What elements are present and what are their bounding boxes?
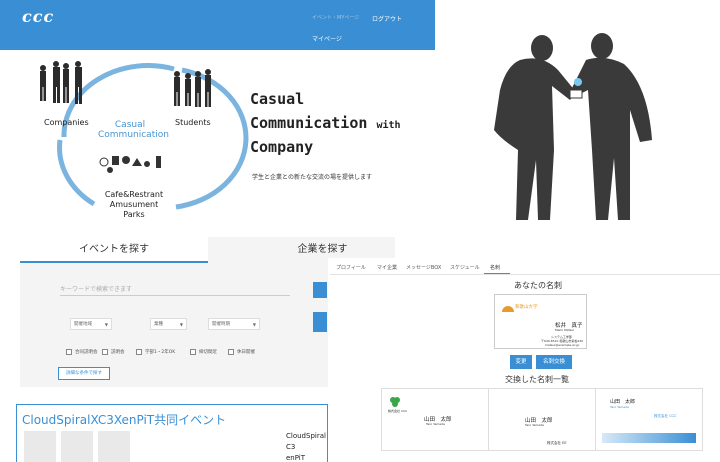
cafe-line-2: Amusument Parks bbox=[109, 200, 159, 219]
students-label: Students bbox=[175, 118, 211, 127]
card-name: 山田 太郎 bbox=[610, 399, 636, 405]
active-tab-indicator bbox=[484, 273, 510, 274]
search-submit-button[interactable] bbox=[313, 282, 327, 298]
tab-event-label: イベントを探す bbox=[79, 244, 149, 255]
my-business-card[interactable]: 和歌山大学 松井 真子 Mami Matsui システム工学部 〒640-851… bbox=[494, 294, 587, 349]
tagline-line-3: Company bbox=[250, 138, 314, 156]
checkbox-box[interactable] bbox=[66, 349, 72, 355]
card-company: 株式会社 CCC bbox=[654, 414, 677, 418]
exchange-card-button[interactable]: 名刺交換 bbox=[536, 355, 572, 369]
nav-link-event[interactable]: イベント・MYページ bbox=[312, 14, 359, 21]
chevron-down-icon: ▼ bbox=[104, 322, 108, 327]
cafe-label: Cafe&Restrant Amusument Parks bbox=[104, 190, 164, 220]
checkbox-box[interactable] bbox=[228, 349, 234, 355]
tagline-subline: 学生と企業との新たな交流の場を提供します bbox=[252, 174, 372, 181]
exchanged-card[interactable]: 山田 太郎 Taro Yamada 株式会社 CCC bbox=[595, 388, 703, 451]
checkbox-label: 締切間近 bbox=[199, 350, 217, 355]
your-card-heading: あなたの名刺 bbox=[514, 281, 562, 290]
checkbox-box[interactable] bbox=[136, 349, 142, 355]
center-line-2: Communication bbox=[98, 129, 169, 140]
tab-schedule[interactable]: スケジュール bbox=[450, 264, 480, 271]
tab-profile[interactable]: プロフィール bbox=[336, 264, 366, 271]
casual-communication-label: Casual Communication bbox=[98, 120, 169, 141]
event-organizer: enPiT bbox=[286, 454, 306, 462]
tagline-word-with: with bbox=[376, 120, 401, 131]
chevron-down-icon: ▼ bbox=[179, 322, 183, 327]
event-title[interactable]: CloudSpiralXC3XenPiT共同イベント bbox=[22, 411, 226, 428]
companies-figures-icon bbox=[40, 61, 82, 104]
industry-select-value: 業種 bbox=[154, 322, 163, 327]
companies-label: Companies bbox=[44, 118, 89, 127]
logout-link[interactable]: ログアウト bbox=[372, 14, 402, 23]
cafe-icons bbox=[99, 156, 161, 173]
tab-event-search[interactable]: イベントを探す bbox=[20, 237, 208, 263]
filter-submit-button[interactable] bbox=[313, 312, 327, 332]
region-select[interactable]: 開催地域 ▼ bbox=[70, 318, 112, 330]
checkbox-label: 説明会 bbox=[111, 350, 125, 355]
card-blue-band bbox=[602, 433, 696, 443]
card-kana: Taro Yamada bbox=[610, 405, 629, 409]
tab-business-cards[interactable]: 名刺 bbox=[490, 264, 500, 271]
event-thumbnail[interactable] bbox=[98, 431, 130, 462]
tab-my-companies[interactable]: マイ企業 bbox=[377, 264, 397, 271]
exchanged-card[interactable]: 山田 太郎 Taro Yamada 株式会社 EE bbox=[488, 388, 596, 451]
event-thumbnail[interactable] bbox=[61, 431, 93, 462]
cafe-line-1: Cafe&Restrant bbox=[104, 190, 164, 199]
event-thumbnail[interactable] bbox=[24, 431, 56, 462]
checkbox-briefing[interactable]: 説明会 bbox=[102, 349, 125, 355]
region-select-value: 開催地域 bbox=[74, 322, 92, 327]
period-select[interactable]: 開催時期 ▼ bbox=[208, 318, 260, 330]
checkbox-deadline[interactable]: 締切間近 bbox=[190, 349, 217, 355]
card-kana: Taro Yamada bbox=[426, 422, 445, 426]
checkbox-joint-session[interactable]: 合同説明会 bbox=[66, 349, 98, 355]
tagline-line-2: Communication with bbox=[250, 114, 401, 132]
detail-search-button[interactable]: 詳細な条件で探す bbox=[58, 367, 110, 380]
university-logo-icon bbox=[502, 306, 514, 312]
card-company: 株式会社 CCC bbox=[388, 409, 408, 413]
period-select-value: 開催時期 bbox=[212, 322, 230, 327]
card-company: 株式会社 EE bbox=[547, 441, 567, 445]
checkbox-box[interactable] bbox=[102, 349, 108, 355]
site-header bbox=[0, 0, 435, 50]
tagline-word-communication: Communication bbox=[250, 114, 368, 132]
chevron-down-icon: ▼ bbox=[252, 322, 256, 327]
site-logo[interactable]: ccc bbox=[22, 7, 54, 26]
cycle-arc-left bbox=[57, 139, 96, 207]
industry-select[interactable]: 業種 ▼ bbox=[150, 318, 187, 330]
checkbox-label: 合同説明会 bbox=[75, 350, 98, 355]
mypage-link[interactable]: マイページ bbox=[312, 34, 342, 43]
keyword-search-input[interactable] bbox=[60, 284, 290, 296]
checkbox-label: 休日開催 bbox=[237, 350, 255, 355]
event-organizer: C3 bbox=[286, 443, 296, 451]
exchanged-cards-heading: 交換した名刺一覧 bbox=[505, 375, 569, 384]
my-card-org: 和歌山大学 bbox=[515, 305, 538, 310]
checkbox-label: 学部1・2年OK bbox=[145, 350, 176, 355]
tagline-line-1: Casual bbox=[250, 90, 305, 108]
checkbox-box[interactable] bbox=[190, 349, 196, 355]
lightbulb-icon bbox=[574, 78, 582, 86]
checkbox-holiday[interactable]: 休日開催 bbox=[228, 349, 255, 355]
clover-logo-icon bbox=[390, 397, 400, 407]
event-organizer: CloudSpiral bbox=[286, 432, 326, 440]
my-card-line: matsui@example.ac.jp bbox=[545, 343, 580, 347]
tab-divider bbox=[330, 274, 720, 275]
exchanged-card[interactable]: 株式会社 CCC 山田 太郎 Taro Yamada bbox=[381, 388, 489, 451]
card-kana: Taro Yamada bbox=[525, 423, 544, 427]
business-card-exchange-illustration bbox=[494, 33, 652, 221]
tab-message-box[interactable]: メッセージBOX bbox=[406, 264, 441, 271]
edit-card-button[interactable]: 変更 bbox=[510, 355, 532, 369]
my-card-kana: Mami Matsui bbox=[555, 328, 575, 332]
checkbox-freshman-ok[interactable]: 学部1・2年OK bbox=[136, 349, 175, 355]
